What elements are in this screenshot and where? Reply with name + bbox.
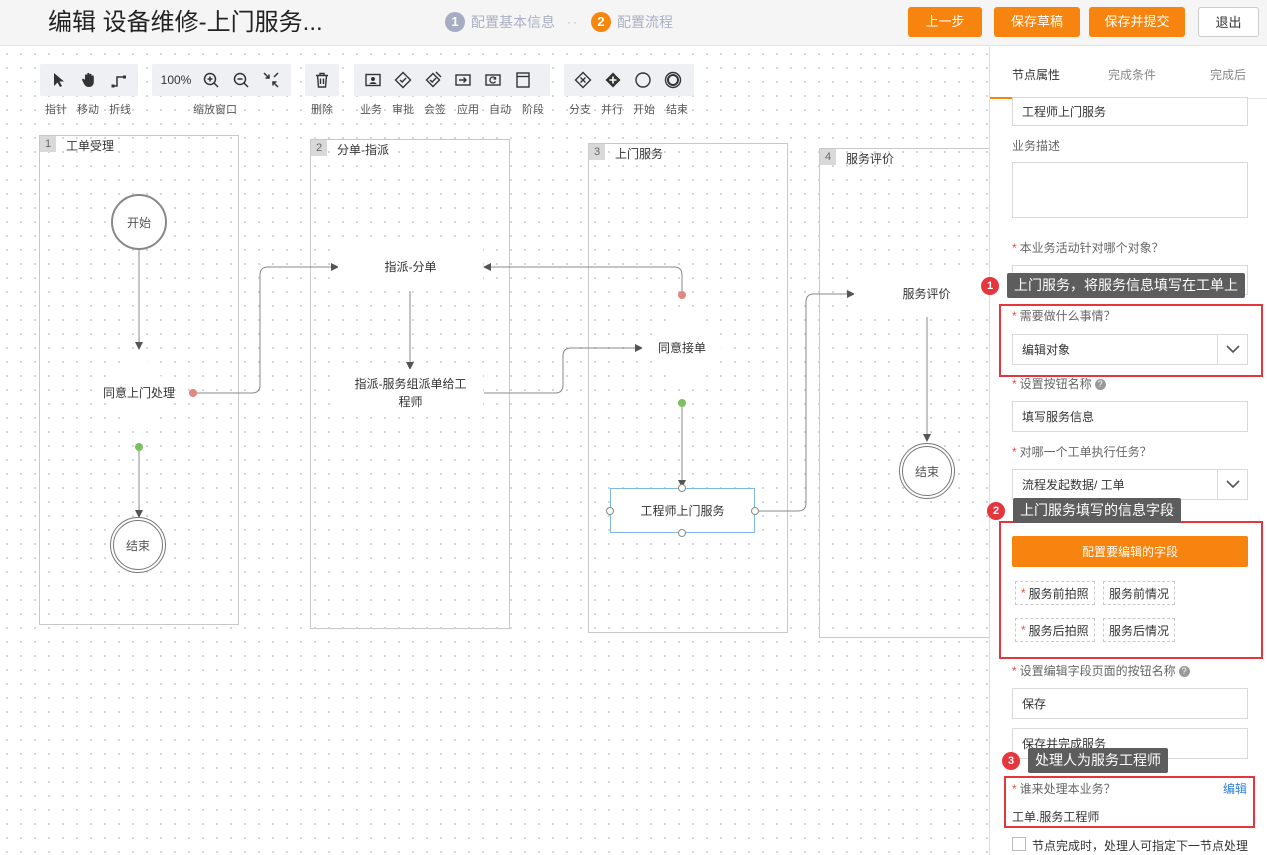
step-2-number[interactable]: 2 xyxy=(591,12,611,32)
callout-3: 处理人为服务工程师 xyxy=(1028,748,1168,773)
resize-handle[interactable] xyxy=(678,484,686,492)
annotation-box-2 xyxy=(999,521,1263,659)
description-label: 业务描述 xyxy=(1012,139,1061,153)
annotation-box-3 xyxy=(1004,776,1255,828)
start-node[interactable]: 开始 xyxy=(111,194,167,250)
description-textarea[interactable] xyxy=(1012,162,1248,218)
flow-canvas[interactable]: 指针 移动 折线 100% 缩放窗口 删除 业务 审批 会签 应用 自动 阶段 … xyxy=(0,47,990,855)
help-icon[interactable]: ? xyxy=(1178,666,1190,677)
which-order-label: * 对哪一个工单执行任务？ xyxy=(1012,445,1152,459)
step-separator: ·· xyxy=(567,15,579,29)
service-evaluate-node[interactable]: 服务评价 xyxy=(854,271,990,317)
prev-step-button[interactable]: 上一步 xyxy=(908,7,982,37)
gateway-accept-order[interactable]: 同意接单 xyxy=(642,339,722,356)
step-1-number[interactable]: 1 xyxy=(445,12,465,32)
save-submit-button[interactable]: 保存并提交 xyxy=(1089,7,1185,37)
target-object-label: * 本业务活动针对哪个对象？ xyxy=(1012,241,1164,255)
step-2-label[interactable]: 配置流程 xyxy=(617,12,673,32)
next-handler-checkbox[interactable] xyxy=(1012,837,1026,851)
annotation-box-1 xyxy=(999,304,1263,377)
node-name-input[interactable]: 工程师上门服务 xyxy=(1012,97,1248,126)
chevron-down-icon[interactable] xyxy=(1217,470,1247,499)
flow-connectors xyxy=(102,250,931,518)
header: 编辑 设备维修-上门服务... 1 配置基本信息 ·· 2 配置流程 上一步 保… xyxy=(0,0,1267,46)
gateway-agree-onsite[interactable]: 同意上门处理 xyxy=(102,384,176,401)
end-node-1[interactable]: 结束 xyxy=(110,517,166,573)
callout-number-2: 2 xyxy=(987,502,1005,520)
next-handler-label: 节点完成时，处理人可指定下一节点处理 xyxy=(1032,839,1249,853)
resize-handle[interactable] xyxy=(606,507,614,515)
button-name-label: * 设置按钮名称? xyxy=(1012,375,1106,392)
engineer-onsite-node[interactable]: 工程师上门服务 xyxy=(610,488,755,533)
tab-completion-conditions[interactable]: 完成条件 xyxy=(1108,66,1156,83)
button-name-input[interactable]: 填写服务信息 xyxy=(1012,401,1248,432)
resize-handle[interactable] xyxy=(678,529,686,537)
callout-number-3: 3 xyxy=(1002,752,1020,770)
assign-dispatch-node[interactable]: 指派-分单 xyxy=(338,244,483,289)
exit-button[interactable]: 退出 xyxy=(1198,7,1259,37)
step-indicator: 1 配置基本信息 ·· 2 配置流程 xyxy=(445,10,673,34)
step-1-label[interactable]: 配置基本信息 xyxy=(471,12,555,32)
which-order-select[interactable]: 流程发起数据/ 工单 xyxy=(1012,469,1248,500)
callout-2: 上门服务填写的信息字段 xyxy=(1013,498,1181,523)
tab-after-completion[interactable]: 完成后 xyxy=(1210,66,1246,83)
properties-panel: 节点属性 完成条件 完成后 工程师上门服务 业务描述 * 本业务活动针对哪个对象？… xyxy=(989,47,1267,855)
save-button-name-input[interactable]: 保存 xyxy=(1012,688,1248,719)
save-draft-button[interactable]: 保存草稿 xyxy=(994,7,1080,37)
assign-order-node[interactable]: 指派-服务组派单给工程师 xyxy=(338,369,483,416)
which-order-value: 流程发起数据/ 工单 xyxy=(1022,478,1125,492)
edit-page-button-label: * 设置编辑字段页面的按钮名称? xyxy=(1012,662,1190,679)
panel-tabs: 节点属性 完成条件 完成后 xyxy=(990,47,1267,99)
page-title: 编辑 设备维修-上门服务... xyxy=(48,9,323,36)
callout-number-1: 1 xyxy=(981,277,999,295)
end-node-2[interactable]: 结束 xyxy=(899,443,955,499)
callout-1: 上门服务，将服务信息填写在工单上 xyxy=(1007,273,1245,298)
resize-handle[interactable] xyxy=(751,507,759,515)
tab-node-properties[interactable]: 节点属性 xyxy=(1012,66,1060,83)
help-icon[interactable]: ? xyxy=(1094,379,1106,390)
